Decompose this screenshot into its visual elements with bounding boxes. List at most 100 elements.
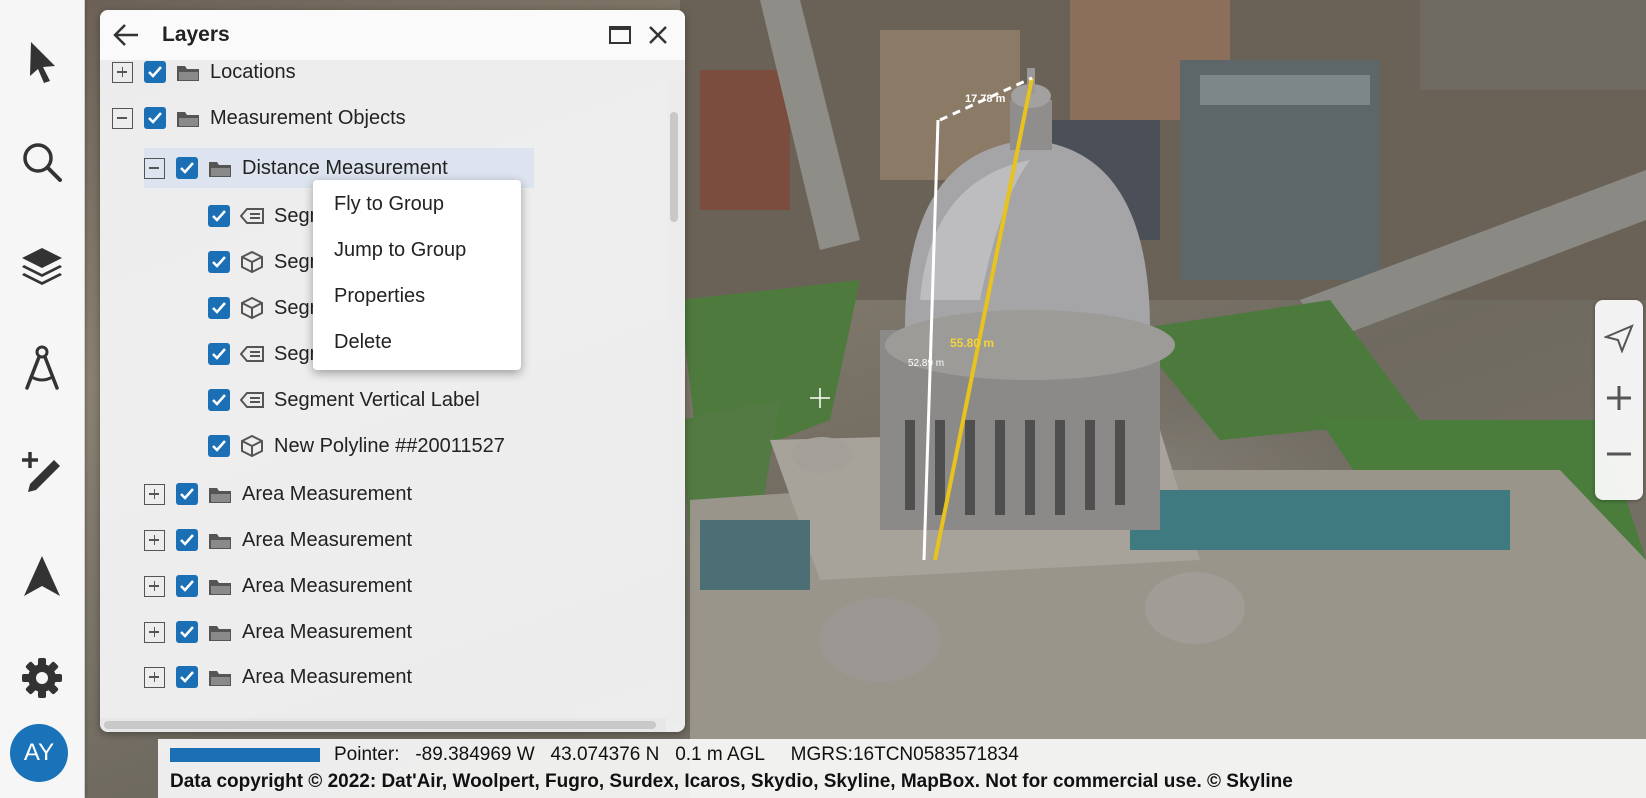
check-icon [180,488,194,500]
tree-item-area-measurement[interactable]: Area Measurement [144,657,412,697]
tree-item-measurement-objects[interactable]: Measurement Objects [112,98,406,138]
tree-item-label: Area Measurement [242,665,413,688]
check-icon [180,671,194,683]
tree-item-new-polyline[interactable]: New Polyline ##20011527 [208,426,505,466]
expand-plus-icon[interactable] [144,666,165,688]
draw-tool-button[interactable] [14,444,70,500]
expand-plus-icon[interactable] [144,529,165,551]
folder-icon [208,667,232,687]
back-button[interactable] [112,22,140,48]
checkbox-checked[interactable] [176,666,198,688]
tree-item-area-measurement[interactable]: Area Measurement [144,474,412,514]
tree-item-locations[interactable]: Locations [112,60,296,92]
checkbox-checked[interactable] [208,389,230,411]
tree-item-area-measurement[interactable]: Area Measurement [144,520,412,560]
tree-item-area-measurement[interactable]: Area Measurement [144,612,412,652]
check-icon [212,210,226,222]
tree-item-area-measurement[interactable]: Area Measurement [144,566,412,606]
progress-fill [170,748,320,762]
cube-icon [240,435,264,457]
expand-plus-icon[interactable] [144,621,165,643]
reset-north-button[interactable] [1601,320,1637,356]
menu-item-jump-to-group[interactable]: Jump to Group [313,228,521,272]
menu-item-fly-to-group[interactable]: Fly to Group [313,182,521,226]
vertical-scrollbar[interactable] [667,74,681,724]
minus-icon [1607,452,1631,456]
collapse-minus-icon[interactable] [112,107,133,129]
status-bar: Pointer: -89.384969 W 43.074376 N 0.1 m … [158,739,1646,798]
menu-item-properties[interactable]: Properties [313,274,521,318]
user-avatar[interactable]: AY [10,724,68,782]
tree-item-label: Measurement Objects [210,106,406,129]
folder-icon [208,158,232,178]
expand-plus-icon[interactable] [144,483,165,505]
checkbox-checked[interactable] [176,529,198,551]
checkbox-checked[interactable] [176,575,198,597]
navigation-controls [1595,300,1643,500]
checkbox-checked[interactable] [176,157,198,179]
tree-item-label: Area Measurement [242,528,413,551]
latitude-value: 43.074376 N [550,744,660,765]
layer-tree: Locations Measurement Objects Distance M… [100,60,666,720]
label-icon [240,344,264,364]
close-icon [649,26,667,44]
label-icon [240,390,264,410]
check-icon [148,112,162,124]
check-icon [148,66,162,78]
pointer-label: Pointer: [334,744,400,765]
maximize-icon [609,26,631,44]
checkbox-checked[interactable] [208,251,230,273]
tree-item-label: Area Measurement [242,482,413,505]
tree-item-segment-vertical-label[interactable]: Segment Vertical Label [208,380,480,420]
expand-plus-icon[interactable] [144,575,165,597]
collapse-minus-icon[interactable] [144,157,165,179]
folder-icon [208,622,232,642]
search-icon [23,143,62,182]
navigate-button[interactable] [14,548,70,604]
checkbox-checked[interactable] [208,343,230,365]
tree-item-label: New Polyline ##20011527 [274,434,505,457]
tree-item-label: Area Measurement [242,620,413,643]
checkbox-checked[interactable] [208,297,230,319]
zoom-out-button[interactable] [1601,436,1637,472]
compass-icon [25,345,59,390]
pointer-coordinates: Pointer: -89.384969 W 43.074376 N 0.1 m … [334,744,1019,766]
measure-tool-button[interactable] [14,340,70,396]
horizontal-distance-label: 52.89 m [908,358,944,369]
horizontal-scrollbar[interactable] [100,718,666,732]
mgrs-value: MGRS:16TCN0583571834 [790,744,1019,765]
checkbox-checked[interactable] [176,621,198,643]
cube-icon [240,251,264,273]
plus-icon [1607,386,1631,410]
navigation-arrow-icon [24,556,60,596]
close-button[interactable] [646,23,670,47]
settings-button[interactable] [14,650,70,706]
checkbox-checked[interactable] [208,205,230,227]
maximize-button[interactable] [608,24,632,46]
check-icon [180,534,194,546]
menu-item-delete[interactable]: Delete [313,320,521,364]
layers-button[interactable] [14,238,70,294]
scrollbar-thumb[interactable] [104,721,656,729]
gear-icon [22,658,62,698]
layers-icon [22,248,62,285]
expand-plus-icon[interactable] [112,61,133,83]
search-button[interactable] [14,134,70,190]
checkbox-checked[interactable] [176,483,198,505]
add-drawing-icon [22,452,60,492]
tree-item-label: Segment Vertical Label [274,388,480,411]
context-menu: Fly to Group Jump to Group Properties De… [313,180,521,370]
layers-panel: Layers Locations Measurement Objects Dis… [100,10,685,732]
checkbox-checked[interactable] [208,435,230,457]
zoom-in-button[interactable] [1601,380,1637,416]
scrollbar-thumb[interactable] [670,112,678,222]
check-icon [212,256,226,268]
checkbox-checked[interactable] [144,61,166,83]
pointer-arrow-icon [30,42,55,83]
check-icon [180,162,194,174]
select-tool-button[interactable] [14,34,70,90]
label-icon [240,206,264,226]
checkbox-checked[interactable] [144,107,166,129]
folder-icon [176,108,200,128]
tree-item-label: Locations [210,60,296,83]
